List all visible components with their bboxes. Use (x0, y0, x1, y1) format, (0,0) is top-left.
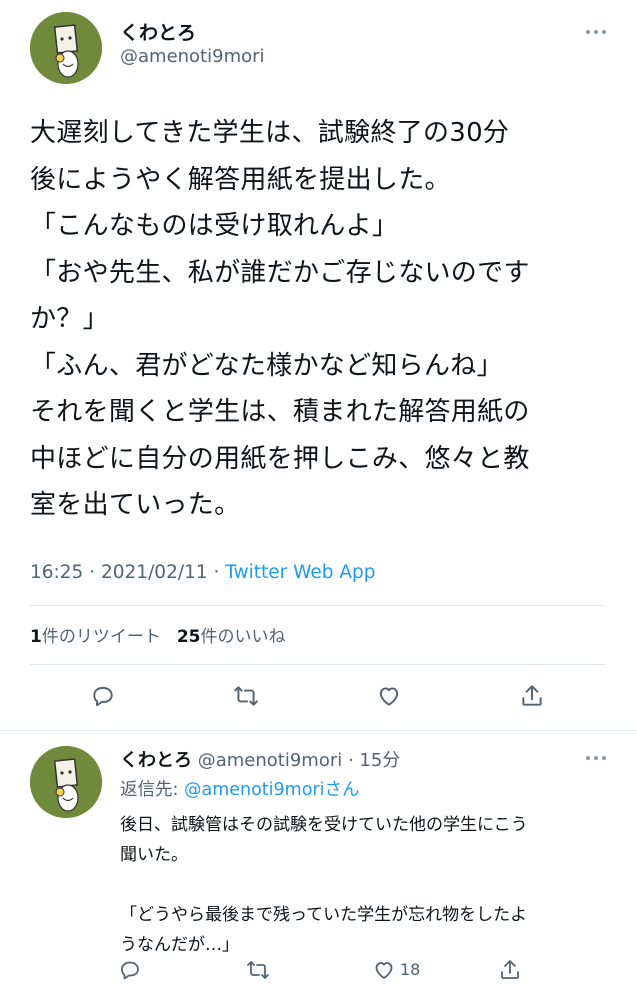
avatar[interactable] (30, 746, 102, 818)
reply-icon (121, 961, 139, 980)
tweet-stats: 1件のリツイート 25件のいいね (30, 622, 286, 647)
more-icon[interactable] (582, 24, 610, 40)
share-icon (522, 685, 542, 706)
like-icon (375, 962, 393, 979)
share-button[interactable] (514, 678, 550, 714)
avatar[interactable] (30, 12, 102, 84)
avatar-image (30, 12, 102, 84)
user-handle[interactable]: @amenoti9mori (120, 46, 265, 67)
display-name[interactable]: くわとろ (120, 750, 192, 771)
reply-button[interactable] (112, 952, 148, 988)
tweet-date: 2021/02/11 (100, 562, 208, 583)
like-count: 25 (176, 627, 201, 647)
retweet-icon (247, 961, 269, 979)
replying-to: 返信先: @amenoti9moriさん (120, 776, 359, 801)
share-icon (501, 960, 519, 979)
like-stat[interactable]: 25件のいいね (177, 627, 286, 647)
handle-and-time[interactable]: @amenoti9mori · 15分 (192, 750, 401, 771)
reply-prefix: 返信先: (120, 780, 184, 800)
tweet-separator (0, 730, 637, 731)
tweet-source-link[interactable]: Twitter Web App (225, 562, 375, 583)
reply-icon (93, 686, 113, 707)
reply-header: くわとろ @amenoti9mori · 15分 (120, 746, 400, 772)
like-button[interactable] (371, 678, 407, 714)
more-icon[interactable] (582, 750, 610, 766)
main-tweet: くわとろ @amenoti9mori 大遅刻してきた学生は、試験終了の30分 後… (0, 0, 637, 730)
divider (30, 605, 606, 606)
like-icon (379, 687, 399, 706)
reply-like-count: 18 (400, 960, 421, 979)
retweet-button[interactable] (228, 678, 264, 714)
reply-text: 後日、試験管はその試験を受けていた他の学生にこう 聞いた。 「どうやら最後まで残… (120, 815, 528, 955)
retweet-icon (234, 686, 258, 706)
tweet-meta: 16:25 · 2021/02/11 · Twitter Web App (30, 562, 376, 583)
reply-mention-link[interactable]: @amenoti9moriさん (184, 780, 360, 800)
tweet-text: 大遅刻してきた学生は、試験終了の30分 後にようやく解答用紙を提出した。 「こん… (30, 118, 530, 520)
retweet-label: 件のリツイート (41, 627, 161, 647)
tweet-time: 16:25 (30, 562, 84, 583)
retweet-stat[interactable]: 1件のリツイート (30, 627, 161, 647)
display-name[interactable]: くわとろ (120, 18, 196, 45)
divider (30, 664, 606, 665)
avatar-image (30, 746, 102, 818)
retweet-button[interactable] (240, 952, 276, 988)
meta-separator: · (207, 562, 226, 583)
like-label: 件のいいね (200, 627, 286, 647)
reply-button[interactable] (85, 678, 121, 714)
meta-separator: · (83, 562, 101, 583)
retweet-count: 1 (30, 627, 42, 647)
share-button[interactable] (492, 952, 528, 988)
like-button[interactable] (366, 952, 402, 988)
